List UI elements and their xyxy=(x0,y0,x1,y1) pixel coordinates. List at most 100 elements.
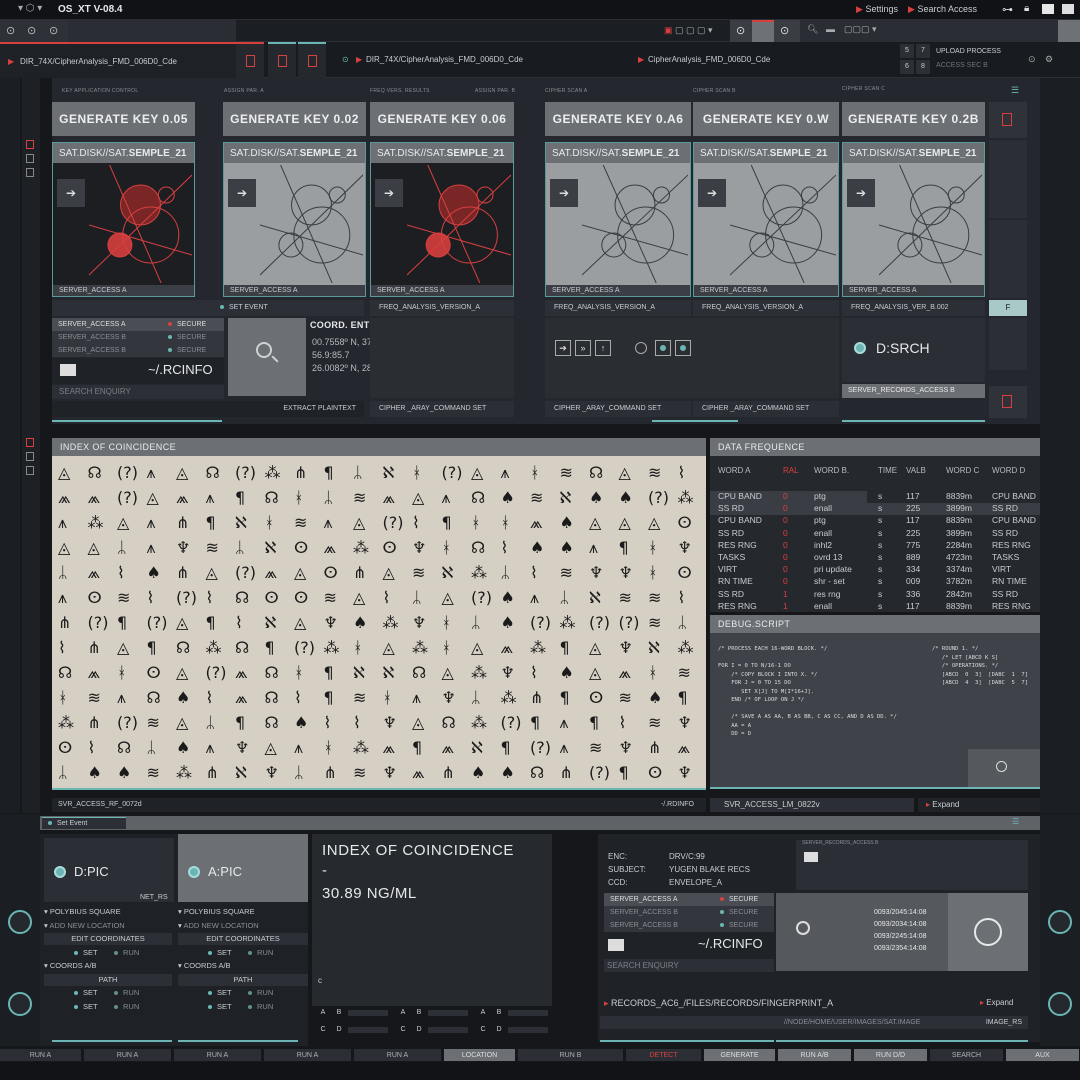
option-row[interactable]: PATH xyxy=(178,973,308,986)
sample-card[interactable]: SAT.DISK//SAT. SEMPLE_21 ➔ SERVER_ACCESS A xyxy=(693,142,839,297)
grid-cell[interactable]: D xyxy=(412,1023,426,1037)
footer-button[interactable]: DETECT xyxy=(626,1049,702,1061)
extract-plaintext-button[interactable]: EXTRACT PLAINTEXT xyxy=(52,401,364,417)
analysis-version-label[interactable]: FREQ_ANALYSIS_VER_B.002 xyxy=(842,300,985,316)
footer-button[interactable]: GENERATE xyxy=(704,1049,776,1061)
grid-cell[interactable]: C xyxy=(316,1023,330,1037)
target-icon[interactable]: ⊙ xyxy=(49,24,58,37)
option-row[interactable]: EDIT COORDINATES xyxy=(178,933,308,945)
option-toggle[interactable]: RUN xyxy=(248,947,273,959)
dsrch-button[interactable]: D:SRCH xyxy=(842,318,985,382)
frequency-row[interactable]: RES RNG 0 inhl2 s 775 2284m RES RNG xyxy=(710,540,1040,552)
command-set-button[interactable]: CIPHER _ARAY_COMMAND SET xyxy=(545,401,691,417)
emblem-button[interactable] xyxy=(948,893,1028,971)
analysis-version-label[interactable]: FREQ_ANALYSIS_VERSION_A xyxy=(370,300,514,316)
option-row[interactable]: ▾ POLYBIUS SQUARE xyxy=(44,906,172,918)
set-event-tab[interactable]: Set Event xyxy=(42,817,126,829)
frequency-row[interactable]: SS RD 0 enall s 225 3899m SS RD xyxy=(710,528,1040,540)
expand-label[interactable]: Expand xyxy=(986,998,1013,1007)
list-icon[interactable]: ☰ xyxy=(1011,85,1019,96)
option-row[interactable]: SET RUN xyxy=(44,987,172,999)
option-toggle[interactable]: SET xyxy=(208,1001,232,1013)
server-row[interactable]: SERVER_ACCESS A SECURE xyxy=(52,318,224,331)
frequency-row[interactable]: TASKS 0 ovrd 13 s 889 4723m TASKS xyxy=(710,552,1040,564)
option-toggle[interactable]: SET xyxy=(74,947,98,959)
import-icon[interactable]: ➔ xyxy=(228,179,256,207)
grid-cell[interactable]: B xyxy=(412,1006,426,1020)
search-enquiry-input[interactable]: SEARCH ENQUIRY xyxy=(604,959,774,972)
footer-button[interactable]: RUN A xyxy=(84,1049,172,1061)
server-row[interactable]: SERVER_ACCESS B SECURE xyxy=(52,344,224,357)
option-row[interactable]: ▾ ADD NEW LOCATION xyxy=(178,920,308,932)
toggle-icon[interactable]: ⊶ xyxy=(1002,3,1013,16)
search-icon[interactable] xyxy=(796,921,810,935)
apic-button[interactable]: A:PIC xyxy=(178,834,308,902)
frequency-row[interactable]: SS RD 0 enall s 225 3899m SS RD xyxy=(710,503,1040,516)
document-icon[interactable] xyxy=(26,154,34,163)
frequency-row[interactable]: CPU BAND 0 ptg s 117 8839m CPU BAND xyxy=(710,515,1040,527)
footer-button[interactable]: RUN A/B xyxy=(778,1049,852,1061)
window-icon[interactable] xyxy=(1062,4,1074,14)
export-icon[interactable] xyxy=(26,140,34,149)
list-icon[interactable]: ☰ xyxy=(1012,817,1019,826)
grid-cell[interactable]: A xyxy=(316,1006,330,1020)
record-icon[interactable] xyxy=(675,340,691,356)
target-icon[interactable]: ⊙ xyxy=(27,24,36,37)
option-row[interactable]: ▾ COORDS A/B xyxy=(44,960,172,972)
file-tab-path[interactable]: CipherAnalysis_FMD_006D0_Cde xyxy=(648,55,770,64)
option-row[interactable]: ▾ COORDS A/B xyxy=(178,960,308,972)
doc-button[interactable] xyxy=(989,386,1027,418)
rcinfo-row[interactable]: ~/.RCINFO xyxy=(604,932,774,958)
sample-card[interactable]: SAT.DISK//SAT. SEMPLE_21 ➔ SERVER_ACCESS A xyxy=(223,142,366,297)
server-row[interactable]: SERVER_ACCESS B SECURE xyxy=(604,919,774,932)
frequency-row[interactable]: SS RD 1 res rng s 336 2842m SS RD xyxy=(710,589,1040,601)
option-row[interactable]: ▾ POLYBIUS SQUARE xyxy=(178,906,308,918)
upload-label[interactable]: UPLOAD PROCESS xyxy=(936,48,1001,55)
record-icon[interactable] xyxy=(655,340,671,356)
generate-key-button[interactable]: GENERATE KEY 0.2B xyxy=(842,102,985,136)
doc-tab[interactable] xyxy=(298,42,326,78)
document-icon[interactable] xyxy=(26,466,34,475)
option-toggle[interactable]: SET xyxy=(74,987,98,999)
generate-key-button[interactable]: GENERATE KEY 0.W xyxy=(693,102,839,136)
option-row[interactable]: SET RUN xyxy=(178,947,308,959)
footer-button[interactable]: RUN B xyxy=(518,1049,624,1061)
import-icon[interactable]: ➔ xyxy=(555,340,571,356)
emblem-icon[interactable] xyxy=(1048,910,1072,934)
fast-forward-icon[interactable]: » xyxy=(575,340,591,356)
search-enquiry-input[interactable]: SEARCH ENQUIRY xyxy=(52,385,224,399)
server-records-label[interactable]: SERVER_RECORDS_ACCESS B xyxy=(842,384,985,398)
footer-button[interactable]: SEARCH xyxy=(930,1049,1004,1061)
generate-key-button[interactable]: GENERATE KEY 0.06 xyxy=(370,102,514,136)
records-row[interactable]: ▸ RECORDS_AC6_/FILES/RECORDS/FINGERPRINT… xyxy=(604,995,1028,1011)
server-row[interactable]: SERVER_ACCESS B SECURE xyxy=(52,331,224,344)
generate-key-button[interactable]: GENERATE KEY 0.02 xyxy=(223,102,366,136)
option-row[interactable]: SET RUN xyxy=(178,1001,308,1013)
grid-cell[interactable]: C xyxy=(396,1023,410,1037)
option-toggle[interactable]: SET xyxy=(208,947,232,959)
export-icon[interactable] xyxy=(26,438,34,447)
frequency-row[interactable]: RN TIME 0 shr - set s 009 3782m RN TIME xyxy=(710,576,1040,588)
option-row[interactable]: SET RUN xyxy=(44,1001,172,1013)
close-circle-icon[interactable] xyxy=(752,20,774,42)
search-access-link[interactable]: ▶ Search Access xyxy=(908,4,977,15)
grid-cell[interactable]: D xyxy=(492,1023,506,1037)
records-b-box[interactable]: SERVER_RECORDS_ACCESS B xyxy=(796,840,1028,890)
footer-button[interactable]: LOCATION xyxy=(444,1049,516,1061)
option-row[interactable]: SET RUN xyxy=(178,987,308,999)
footer-button[interactable]: RUN A xyxy=(354,1049,442,1061)
target-icon[interactable]: ⊙ xyxy=(6,24,15,37)
document-icon[interactable] xyxy=(26,168,34,177)
toolbar-field[interactable] xyxy=(68,20,236,42)
document-icon[interactable] xyxy=(26,452,34,461)
close-circle-icon[interactable] xyxy=(1058,20,1080,42)
grid-cell[interactable]: C xyxy=(476,1023,490,1037)
server-row[interactable]: SERVER_ACCESS A SECURE xyxy=(604,893,774,906)
option-row[interactable]: SET RUN xyxy=(44,947,172,959)
emblem-icon[interactable] xyxy=(8,992,32,1016)
doc-tab[interactable] xyxy=(268,42,296,78)
folder-icon[interactable] xyxy=(1042,4,1054,14)
grid-cell[interactable]: D xyxy=(332,1023,346,1037)
grid-cell[interactable]: B xyxy=(492,1006,506,1020)
option-row[interactable]: ▾ ADD NEW LOCATION xyxy=(44,920,172,932)
